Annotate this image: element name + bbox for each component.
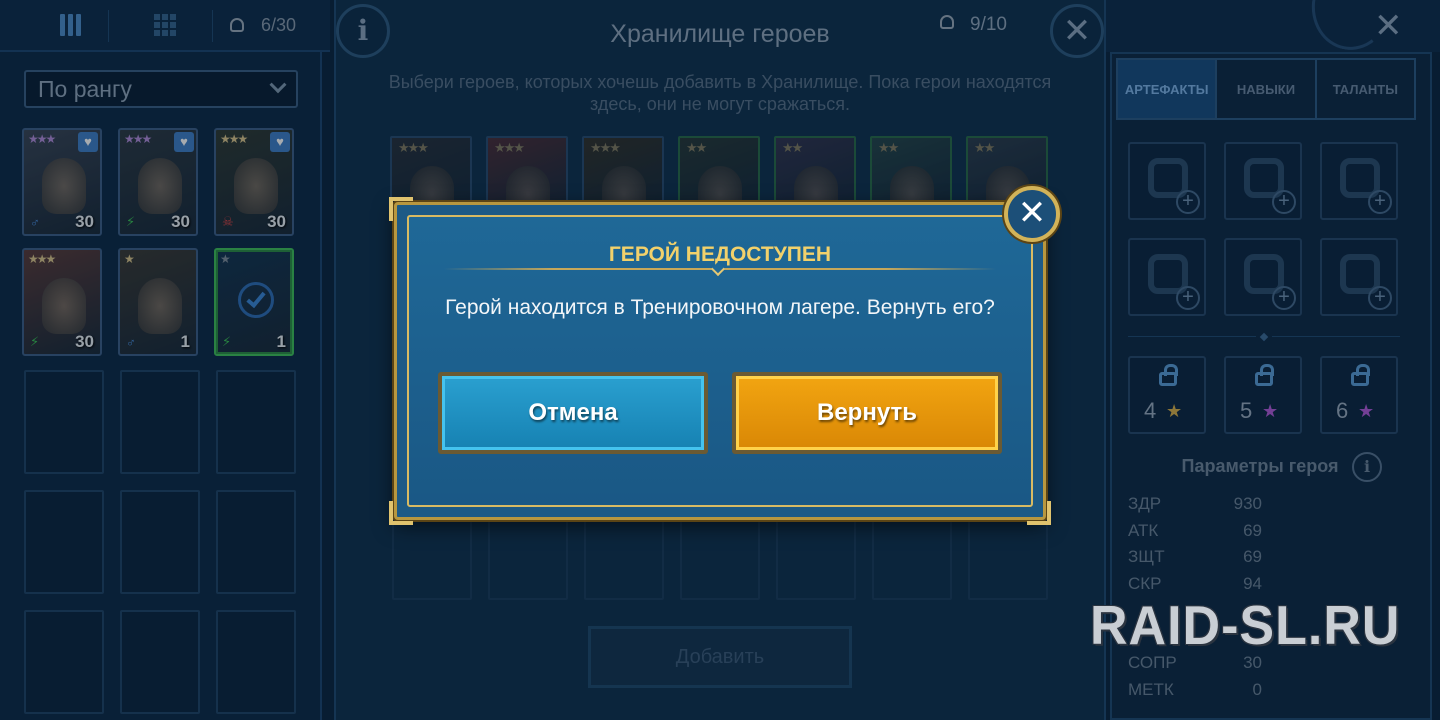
return-button[interactable]: Вернуть: [732, 372, 1002, 454]
dialog-close-button[interactable]: ✕: [1004, 186, 1060, 242]
return-button-label: Вернуть: [817, 399, 917, 426]
watermark: RAID-SL.RU: [1090, 595, 1401, 657]
dialog-message: Герой находится в Тренировочном лагере. …: [445, 296, 995, 319]
cancel-button-label: Отмена: [528, 399, 618, 426]
cancel-button[interactable]: Отмена: [438, 372, 708, 454]
